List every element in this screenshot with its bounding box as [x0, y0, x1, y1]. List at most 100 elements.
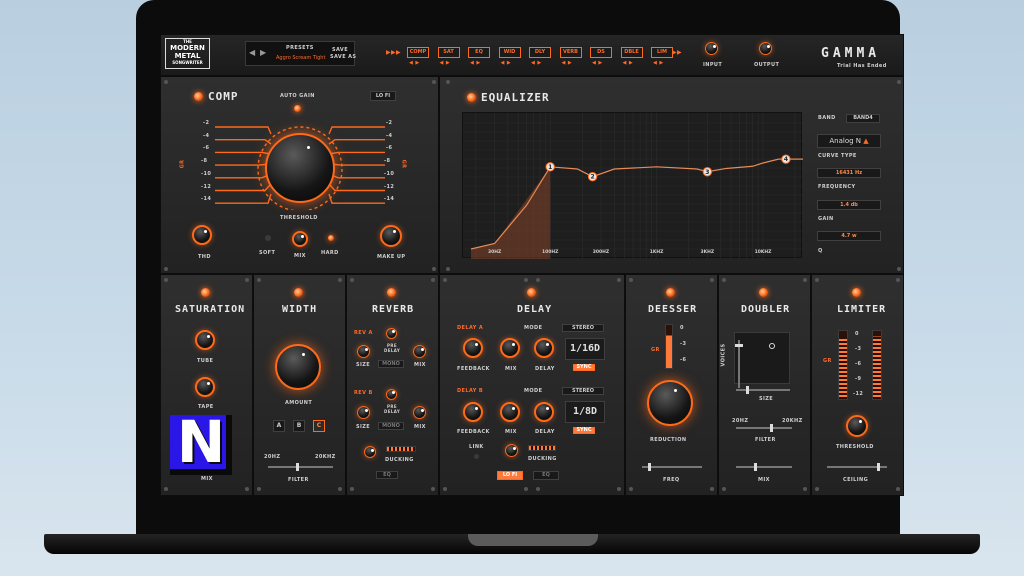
chain-eq-arrows-icon[interactable]: ◀ ▶	[470, 60, 481, 66]
delay-b-time-knob[interactable]	[534, 402, 554, 422]
chain-sat-arrows-icon[interactable]: ◀ ▶	[440, 60, 451, 66]
delay-b-mode-value[interactable]: STEREO	[562, 387, 604, 395]
gain-value[interactable]: 1.4 db	[817, 200, 881, 210]
chain-dble-button[interactable]: DBLE	[620, 47, 643, 58]
output-label: OUTPUT	[754, 62, 780, 68]
band-select[interactable]: BAND4	[846, 114, 880, 123]
delay-b-sync-button[interactable]: SYNC	[573, 427, 595, 434]
reverb-ducking-knob[interactable]	[364, 446, 376, 458]
preset-prev-icon[interactable]: ◀	[249, 48, 256, 57]
delay-b-mix-knob[interactable]	[500, 402, 520, 422]
product-name: GAMMA	[821, 46, 881, 61]
width-mode-c-button[interactable]: C	[313, 420, 325, 432]
save-button[interactable]: SAVE	[332, 47, 348, 53]
limiter-power-led[interactable]	[852, 288, 861, 297]
doubler-size-slider[interactable]	[736, 386, 790, 394]
width-power-led[interactable]	[294, 288, 303, 297]
chain-dly-button[interactable]: DLY	[529, 47, 551, 58]
comp-lofi-button[interactable]: LO FI	[370, 91, 396, 101]
reverb-power-led[interactable]	[387, 288, 396, 297]
doubler-filter-slider[interactable]	[736, 424, 792, 432]
delay-a-mode-value[interactable]: STEREO	[562, 324, 604, 332]
thd-knob[interactable]	[192, 225, 212, 245]
tape-knob[interactable]	[195, 377, 215, 397]
delay-b-time-label: DELAY	[535, 429, 555, 435]
chain-ds-arrows-icon[interactable]: ◀ ▶	[592, 60, 603, 66]
delay-ducking-knob[interactable]	[505, 444, 518, 457]
rev-a-mode[interactable]: MONO	[378, 360, 404, 368]
delay-b-feedback-knob[interactable]	[463, 402, 483, 422]
chain-dble-arrows-icon[interactable]: ◀ ▶	[623, 60, 634, 66]
doubler-mix-slider[interactable]	[736, 463, 792, 471]
comp-meter-line-left	[215, 151, 272, 155]
rev-a-label: REV A	[354, 330, 373, 336]
doubler-xy-handle[interactable]	[769, 343, 775, 349]
save-as-button[interactable]: SAVE AS	[330, 54, 356, 60]
doubler-title: DOUBLER	[741, 304, 791, 315]
ceiling-slider[interactable]	[827, 463, 887, 471]
delay-power-led[interactable]	[527, 288, 536, 297]
delay-eq-button[interactable]: EQ	[533, 471, 559, 480]
q-value[interactable]: 4.7 w	[817, 231, 881, 241]
comp-gr-right: GR	[400, 159, 407, 169]
rev-b-mix-knob[interactable]	[413, 406, 426, 419]
reduction-knob[interactable]	[647, 380, 693, 426]
doubler-xy-pad[interactable]	[734, 332, 790, 384]
width-filter-slider[interactable]	[268, 463, 333, 471]
saturation-power-led[interactable]	[201, 288, 210, 297]
chain-dly-arrows-icon[interactable]: ◀ ▶	[531, 60, 542, 66]
reverb-eq-button[interactable]: EQ	[376, 471, 398, 479]
width-mode-a-button[interactable]: A	[273, 420, 285, 432]
filter-type-select[interactable]: Analog N ▲	[817, 134, 881, 148]
make-up-knob[interactable]	[380, 225, 402, 247]
deesser-freq-slider[interactable]	[642, 463, 702, 471]
delay-a-mix-knob[interactable]	[500, 338, 520, 358]
rev-a-size-knob[interactable]	[357, 345, 370, 358]
frequency-value[interactable]: 16431 Hz	[817, 168, 881, 178]
chain-wid-arrows-icon[interactable]: ◀ ▶	[501, 60, 512, 66]
delay-a-feedback-knob[interactable]	[463, 338, 483, 358]
chain-verb-button[interactable]: VERB	[559, 47, 582, 58]
input-knob[interactable]	[705, 42, 718, 55]
delay-link-led[interactable]	[474, 454, 479, 459]
chain-comp-button[interactable]: COMP	[407, 47, 429, 58]
rev-a-mix-knob[interactable]	[413, 345, 426, 358]
chain-ds-button[interactable]: DS	[590, 47, 612, 58]
eq-power-led[interactable]	[467, 93, 476, 102]
voices-slider[interactable]	[735, 340, 743, 388]
rev-b-mix-label: MIX	[414, 424, 426, 430]
soft-led[interactable]	[265, 235, 271, 241]
doubler-power-led[interactable]	[759, 288, 768, 297]
rev-a-predelay-knob[interactable]	[386, 328, 397, 339]
preset-next-icon[interactable]: ▶	[260, 48, 267, 57]
deesser-power-led[interactable]	[666, 288, 675, 297]
limiter-meter-right	[872, 330, 882, 400]
auto-gain-led[interactable]	[294, 105, 301, 112]
hard-led[interactable]	[328, 235, 334, 241]
output-knob[interactable]	[759, 42, 772, 55]
delay-lofi-button[interactable]: LO FI	[497, 471, 523, 480]
chain-lim-button[interactable]: LIM	[651, 47, 673, 58]
rev-b-mode[interactable]: MONO	[378, 422, 404, 430]
chain-arrows-left-icon: ▶▶▶	[386, 49, 402, 56]
comp-mix-knob[interactable]	[292, 231, 308, 247]
chain-lim-arrows-icon[interactable]: ◀ ▶	[653, 60, 664, 66]
chain-comp-arrows-icon[interactable]: ◀ ▶	[409, 60, 420, 66]
tube-knob[interactable]	[195, 330, 215, 350]
width-mode-b-button[interactable]: B	[293, 420, 305, 432]
chain-verb-arrows-icon[interactable]: ◀ ▶	[562, 60, 573, 66]
delay-a-sync-button[interactable]: SYNC	[573, 364, 595, 371]
preset-name[interactable]: Aggro Scream Tight	[276, 55, 325, 61]
width-amount-knob[interactable]	[275, 344, 321, 390]
rev-b-size-knob[interactable]	[357, 406, 370, 419]
eq-freq-label: 1KHZ	[650, 249, 664, 255]
chain-wid-button[interactable]: WID	[498, 47, 521, 58]
chain-eq-button[interactable]: EQ	[468, 47, 490, 58]
screw-icon	[897, 80, 901, 84]
threshold-knob[interactable]	[265, 133, 335, 203]
comp-power-led[interactable]	[194, 92, 203, 101]
limiter-threshold-knob[interactable]	[846, 415, 868, 437]
delay-a-time-knob[interactable]	[534, 338, 554, 358]
chain-sat-button[interactable]: SAT	[437, 47, 460, 58]
rev-b-predelay-knob[interactable]	[386, 389, 397, 400]
